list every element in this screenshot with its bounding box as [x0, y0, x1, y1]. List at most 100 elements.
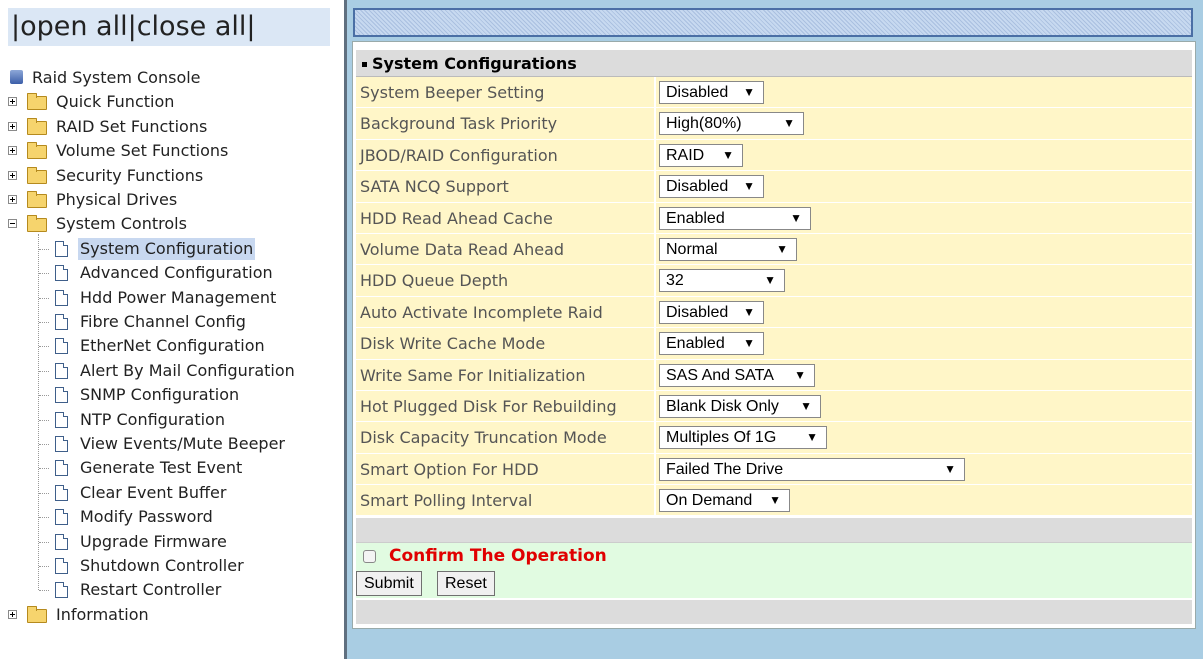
footer-bar	[356, 600, 1192, 625]
setting-select[interactable]: Failed The Drive ▼	[659, 457, 965, 481]
system-config-form: System Configurations System Beeper Sett…	[356, 50, 1192, 625]
dropdown-arrow-icon: ▼	[776, 241, 788, 256]
page-icon	[55, 436, 68, 452]
tree-item-label: View Events/Mute Beeper	[80, 434, 286, 453]
tree-branch	[39, 395, 49, 397]
content-pane: System Configurations System Beeper Sett…	[347, 0, 1203, 659]
setting-value-cell: Enabled ▼	[656, 328, 1192, 359]
setting-label: Smart Polling Interval	[356, 485, 656, 516]
setting-value-cell: 32 ▼	[656, 265, 1192, 296]
config-row: HDD Read Ahead Cache Enabled ▼	[356, 202, 1192, 234]
submit-button[interactable]: Submit	[356, 571, 422, 597]
setting-select[interactable]: Disabled ▼	[659, 81, 764, 104]
tree-branch	[39, 517, 49, 519]
tree-branch	[39, 541, 49, 543]
select-value: High(80%)	[666, 115, 742, 133]
setting-label: Volume Data Read Ahead	[356, 233, 656, 265]
setting-label: HDD Read Ahead Cache	[356, 202, 656, 233]
setting-select[interactable]: SAS And SATA ▼	[659, 363, 815, 387]
select-value: Disabled	[666, 178, 729, 196]
page-icon	[55, 558, 68, 574]
tree-item-label: EtherNet Configuration	[80, 336, 265, 356]
page-icon	[55, 289, 68, 306]
dropdown-arrow-icon: ▼	[743, 179, 755, 194]
close-all-link[interactable]: |close all|	[128, 11, 256, 42]
open-all-link[interactable]: |open all	[11, 11, 128, 42]
form-title: System Configurations	[372, 54, 577, 73]
setting-select[interactable]: Enabled ▼	[659, 332, 764, 356]
select-value: RAID	[666, 146, 705, 164]
confirm-checkbox[interactable]	[363, 550, 376, 564]
folder-icon	[27, 93, 47, 111]
expand-icon[interactable]	[8, 97, 17, 107]
tree-item-label: Shutdown Controller	[80, 556, 244, 575]
navigation-pane: |open all|close all| Raid System Console…	[0, 0, 344, 659]
tree-item-label: Generate Test Event	[80, 458, 243, 478]
config-row: Disk Write Cache Mode Enabled ▼	[356, 328, 1192, 360]
config-row: System Beeper Setting Disabled ▼	[356, 77, 1192, 109]
tree-branch	[39, 370, 49, 372]
separator-bar	[356, 518, 1192, 543]
tree-toggle-bar: |open all|close all|	[8, 8, 330, 46]
config-row: Volume Data Read Ahead Normal ▼	[356, 233, 1192, 266]
collapse-icon[interactable]	[8, 219, 17, 229]
config-row: SATA NCQ Support Disabled ▼	[356, 171, 1192, 203]
setting-select[interactable]: Enabled ▼	[659, 206, 811, 230]
setting-value-cell: Multiples Of 1G ▼	[656, 422, 1192, 453]
select-value: Failed The Drive	[666, 460, 784, 478]
select-value: Disabled	[666, 303, 729, 321]
page-icon	[55, 362, 68, 379]
setting-select[interactable]: Multiples Of 1G ▼	[659, 426, 827, 450]
tree-item-label: Hdd Power Management	[80, 287, 277, 307]
config-row: Smart Option For HDD Failed The Drive ▼	[356, 453, 1192, 486]
page-icon	[55, 533, 68, 550]
tree-branch	[39, 419, 49, 421]
folder-icon	[27, 215, 47, 233]
page-icon	[55, 582, 68, 599]
setting-select[interactable]: Disabled ▼	[659, 175, 764, 199]
setting-select[interactable]: Normal ▼	[659, 237, 797, 261]
page-icon	[55, 411, 68, 428]
tree-branch	[39, 444, 49, 445]
tree-item-label: SNMP Configuration	[80, 385, 240, 405]
tree-item-label: Modify Password	[80, 507, 213, 527]
select-value: Enabled	[666, 335, 725, 353]
setting-label: Hot Plugged Disk For Rebuilding	[356, 390, 656, 422]
config-row: Hot Plugged Disk For Rebuilding Blank Dis…	[356, 390, 1192, 423]
setting-label: Write Same For Initialization	[356, 359, 656, 390]
folder-icon	[27, 142, 47, 160]
config-row: Background Task Priority High(80%) ▼	[356, 108, 1192, 140]
setting-select[interactable]: On Demand ▼	[659, 489, 790, 513]
setting-value-cell: On Demand ▼	[656, 485, 1192, 516]
tree-item-label: NTP Configuration	[80, 409, 225, 429]
expand-icon[interactable]	[8, 195, 17, 204]
setting-value-cell: Disabled ▼	[656, 296, 1192, 328]
expand-icon[interactable]	[8, 121, 17, 131]
tree-folder-label: Information	[56, 604, 149, 624]
tree-branch	[39, 322, 49, 323]
select-value: SAS And SATA	[666, 366, 774, 384]
setting-value-cell: Blank Disk Only ▼	[656, 390, 1192, 422]
expand-icon[interactable]	[8, 146, 17, 156]
setting-select[interactable]: High(80%) ▼	[659, 112, 804, 136]
setting-select[interactable]: Disabled ▼	[659, 300, 764, 324]
dropdown-arrow-icon: ▼	[743, 336, 755, 351]
tree-folder-label: Security Functions	[56, 165, 204, 185]
setting-select[interactable]: RAID ▼	[659, 143, 743, 167]
dropdown-arrow-icon: ▼	[743, 304, 755, 319]
page-icon	[55, 265, 68, 282]
tree-folder-label: Quick Function	[56, 92, 175, 112]
tree-folder-label: System Controls	[56, 214, 187, 234]
folder-icon	[27, 605, 47, 623]
reset-button[interactable]: Reset	[437, 571, 495, 597]
setting-select[interactable]: 32 ▼	[659, 269, 785, 293]
select-value: Multiples Of 1G	[666, 429, 777, 447]
setting-label: SATA NCQ Support	[356, 171, 656, 202]
setting-value-cell: Failed The Drive ▼	[656, 453, 1192, 485]
dropdown-arrow-icon: ▼	[722, 147, 734, 162]
bullet-icon	[362, 62, 367, 67]
expand-icon[interactable]	[8, 170, 17, 180]
setting-select[interactable]: Blank Disk Only ▼	[659, 394, 821, 418]
page-icon	[55, 460, 68, 477]
expand-icon[interactable]	[8, 609, 17, 619]
